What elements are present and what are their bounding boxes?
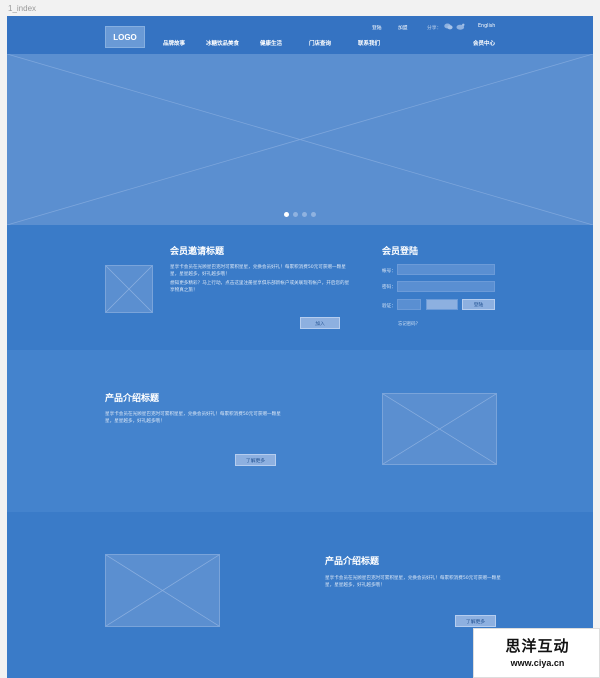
product-1-learn-more-button[interactable]: 了解更多 [235,454,276,466]
member-invite-title: 会员邀请标题 [170,247,225,257]
captcha-label: 验证： [382,304,396,309]
watermark-url: www.ciya.cn [510,658,565,668]
hero-banner[interactable] [7,54,593,225]
login-button[interactable]: 登陆 [462,299,495,310]
nav-item-store-search[interactable]: 门店查询 [309,39,331,47]
product-1-title: 产品介绍标题 [105,394,160,404]
password-label: 密码： [382,285,396,290]
nav-item-brand-story[interactable]: 品牌故事 [163,39,185,47]
carousel-dot-4[interactable] [311,212,316,217]
logo[interactable]: LOGO [105,26,145,48]
nav-item-contact[interactable]: 联系我们 [358,39,380,47]
login-link[interactable]: 登陆 [372,24,382,31]
banner-placeholder-image [7,54,593,225]
carousel-dot-3[interactable] [302,212,307,217]
product-2-learn-more-button[interactable]: 了解更多 [455,615,496,627]
member-invite-text-2: 想知更多精彩？马上行动，点击这里注册星享俱乐部新帐户或关联现有帐户，开启您的星享… [170,281,350,293]
carousel-dot-1[interactable] [284,212,289,217]
member-center-link[interactable]: 会员中心 [473,39,495,47]
member-login-title: 会员登陆 [382,247,419,257]
product-1-placeholder-image [382,393,497,465]
join-button[interactable]: 加入 [300,317,340,329]
watermark-logo: 思洋互动 www.ciya.cn [473,628,600,678]
member-section: 会员邀请标题 星享卡会员在光顾星巴克时可累积星星，兑换会员好礼！每累积消费50元… [7,225,593,350]
product-2-placeholder-image [105,554,220,627]
nav-item-drinks-food[interactable]: 冰糖饮品美食 [206,39,239,47]
page-label: 1_index [8,4,37,13]
product-2-text: 星享卡会员在光顾星巴克时可累积星星，兑换会员好礼！每累积消费50元可获赠一颗星星… [325,576,501,588]
account-label: 帐号： [382,269,396,274]
forgot-password-link[interactable]: 忘记密码？ [398,321,420,327]
homepage-wireframe: LOGO 品牌故事 冰糖饮品美食 健康生活 门店查询 联系我们 会员中心 登陆 … [7,16,593,678]
nav-item-healthy-life[interactable]: 健康生活 [260,39,282,47]
captcha-image[interactable] [426,299,458,310]
password-input[interactable] [397,281,495,292]
watermark-name: 思洋互动 [505,637,570,655]
captcha-input[interactable] [397,299,421,310]
carousel-dot-2[interactable] [293,212,298,217]
account-input[interactable] [397,264,495,275]
weibo-icon[interactable] [456,23,465,30]
product-2-title: 产品介绍标题 [325,557,380,567]
english-link[interactable]: English [478,24,495,29]
product-1-text: 星享卡会员在光顾星巴克时可累积星星，兑换会员好礼！每累积消费50元可获赠一颗星星… [105,412,281,424]
member-invite-text-1: 星享卡会员在光顾星巴克时可累积星星，兑换会员好礼！每累积消费50元可获赠一颗星星… [170,265,346,277]
header: LOGO 品牌故事 冰糖饮品美食 健康生活 门店查询 联系我们 会员中心 登陆 … [7,16,593,54]
member-placeholder-image [105,265,153,313]
share-label: 分享： [427,26,442,31]
product-section-1: 产品介绍标题 星享卡会员在光顾星巴克时可累积星星，兑换会员好礼！每累积消费50元… [7,350,593,512]
wechat-icon[interactable] [444,23,453,30]
join-link[interactable]: 加盟 [398,24,408,31]
